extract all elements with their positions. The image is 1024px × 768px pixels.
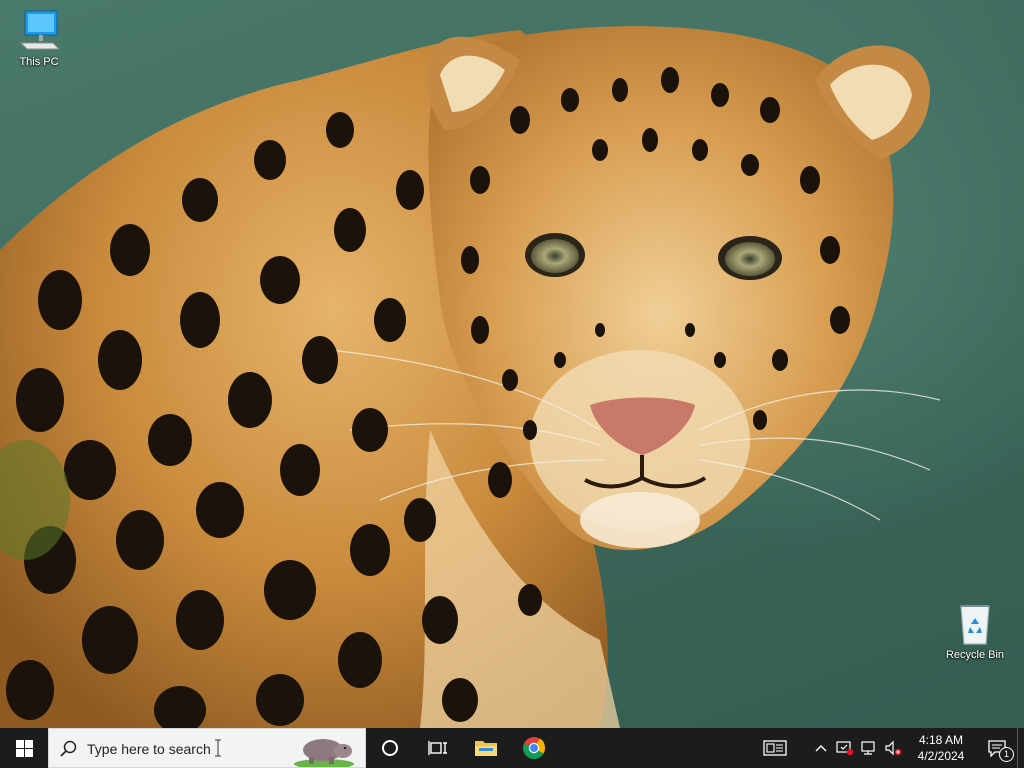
show-desktop-button[interactable] [1017, 728, 1024, 768]
desktop-wallpaper [0, 0, 1024, 728]
chrome-icon [523, 737, 546, 759]
clock-time: 4:18 AM [918, 733, 964, 747]
folder-icon [475, 741, 497, 756]
taskbar-search-box[interactable]: Type here to search [48, 728, 366, 768]
cortana-circle-icon [382, 740, 398, 756]
desktop-icon-recycle-bin[interactable]: Recycle Bin [937, 600, 1013, 662]
computer-icon [15, 7, 63, 53]
desktop-icon-label: This PC [19, 56, 59, 68]
show-hidden-icons-button[interactable] [809, 728, 833, 768]
chevron-up-icon [815, 745, 827, 752]
network-icon [861, 741, 875, 755]
action-center-button[interactable]: 1 [977, 728, 1017, 768]
taskbar-clock[interactable]: 4:18 AM 4/2/2024 [905, 732, 977, 764]
file-explorer-button[interactable] [462, 728, 510, 768]
news-icon [763, 740, 787, 756]
task-view-icon [428, 741, 447, 755]
clock-date: 4/2/2024 [917, 749, 965, 763]
desktop-icon-this-pc[interactable]: This PC [1, 7, 77, 69]
taskbar: Type here to search 4:18 AM 4/2/2024 1 [0, 728, 1024, 768]
chrome-button[interactable] [510, 728, 558, 768]
cortana-button[interactable] [366, 728, 414, 768]
start-button[interactable] [0, 728, 48, 768]
volume-tray-button[interactable] [881, 728, 905, 768]
network-tray-button[interactable] [857, 728, 881, 768]
volume-muted-icon [885, 740, 902, 756]
search-highlight-hippo-icon [294, 739, 354, 767]
search-placeholder: Type here to search [87, 741, 211, 757]
windows-security-icon [836, 741, 854, 756]
recycle-bin-icon [951, 600, 999, 646]
text-cursor-icon [215, 739, 221, 757]
notification-count-badge: 1 [999, 747, 1014, 762]
windows-logo-icon [15, 739, 33, 757]
security-tray-button[interactable] [833, 728, 857, 768]
news-widget-button[interactable] [755, 728, 795, 768]
leopard-image [0, 26, 941, 728]
system-tray: 4:18 AM 4/2/2024 1 [755, 728, 1024, 768]
task-view-button[interactable] [414, 728, 462, 768]
search-icon [60, 740, 77, 757]
desktop-icon-label: Recycle Bin [945, 649, 1005, 661]
